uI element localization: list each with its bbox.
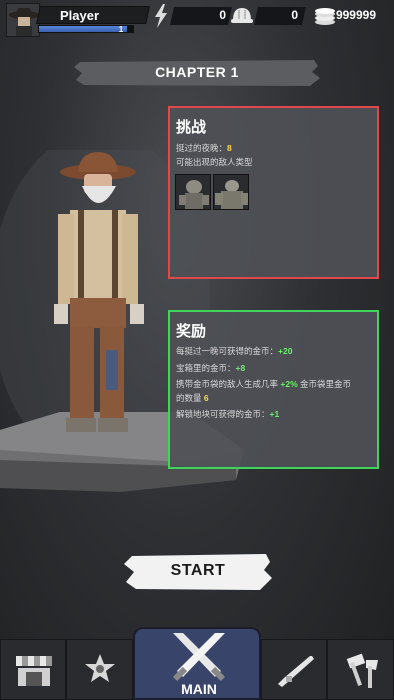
reward-line-4: 解锁地块可获得的金币：+1 [176,408,279,420]
nav-tab-weapons[interactable] [261,639,327,700]
reward-line-3-value-b: 6 [203,393,209,403]
reward-line-3-label-a: 携带金币袋的敌人生成几率 [176,379,279,389]
rifle-icon [278,656,314,687]
player-avatar[interactable] [6,3,40,37]
reward-panel: 奖励 每挺过一晚可获得的金币：+20 宝箱里的金币：+8 携带金币袋的敌人生成几… [168,310,379,469]
nav-tab-tools[interactable] [327,639,394,700]
helmet-value: 0 [291,8,298,22]
reward-line-1: 每挺过一晚可获得的金币：+20 [176,345,292,357]
reward-line-1-value: +20 [278,346,293,356]
reward-line-3-value-a: +2% [280,379,298,389]
reward-line-3-label-c: 的数量 [176,393,202,403]
enemy-brute-thumb[interactable] [213,174,249,210]
level-badge: 1 [118,25,124,34]
reward-line-4-value: +1 [269,409,280,419]
hammer-axe-icon [346,653,378,688]
reward-line-3: 携带金币袋的敌人生成几率 +2% 金币袋里金币 [176,378,351,390]
nav-tab-main[interactable]: MAIN [133,627,261,700]
reward-line-2: 宝箱里的金币：+8 [176,362,245,374]
challenge-title: 挑战 [176,119,207,136]
reward-title: 奖励 [176,323,207,340]
main-label: MAIN [181,681,217,697]
chapter-title: CHAPTER 1 [155,64,239,80]
nav-tab-sheriff[interactable] [66,639,133,700]
player-name: Player [60,8,100,23]
enemy-zombie-thumb[interactable] [175,174,211,210]
nights-line: 挺过的夜晚：8 [176,142,232,154]
enemies-label: 可能出现的敌人类型 [176,157,253,167]
coins-value: 999999 [335,8,376,22]
crossed-swords-icon [172,633,226,681]
start-button[interactable]: START [124,552,272,592]
reward-line-3-label-b: 金币袋里金币 [300,379,352,389]
energy-value: 0 [219,8,226,22]
nights-value: 8 [227,143,232,153]
bottom-nav: MAIN [0,627,394,700]
top-bar: Player 1 0 0 999999 [0,0,394,40]
character-miner[interactable] [40,150,170,440]
reward-line-4-label: 解锁地块可获得的金币： [176,409,270,419]
nav-tab-shop[interactable] [0,639,66,700]
challenge-panel: 挑战 挺过的夜晚：8 可能出现的敌人类型 [168,106,379,279]
helmet-icon [231,8,253,23]
reward-line-2-value: +8 [235,363,246,373]
shop-icon [16,656,52,686]
sheriff-star-icon [85,654,115,682]
lightning-icon [155,4,167,28]
reward-line-3-cont: 的数量 6 [176,392,209,404]
reward-line-1-label: 每挺过一晚可获得的金币： [176,346,279,356]
start-label: START [170,562,226,579]
reward-line-2-label: 宝箱里的金币： [176,363,236,373]
nights-label: 挺过的夜晚： [176,143,228,153]
